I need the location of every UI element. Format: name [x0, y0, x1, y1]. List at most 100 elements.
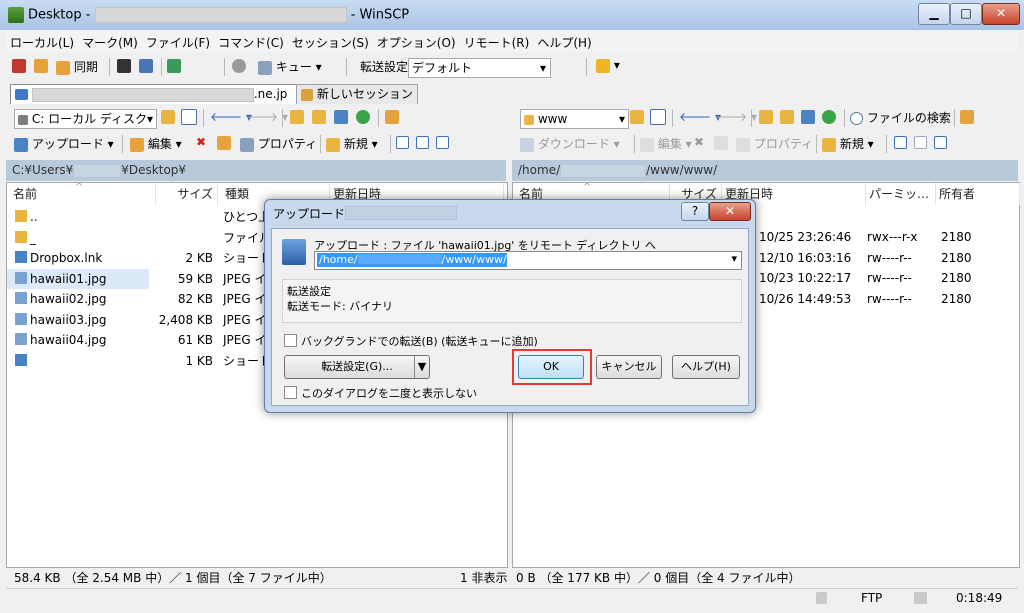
properties-icon: [736, 137, 750, 152]
close-button[interactable]: ✕: [982, 3, 1020, 25]
upload-button[interactable]: アップロード ▾: [14, 135, 114, 152]
local-nav-toolbar: C: ローカル ディスク ▾ 🡐 ▾ 🡒 ▾: [6, 106, 506, 130]
compare-icon[interactable]: [34, 58, 48, 73]
menu-item[interactable]: マーク(M): [78, 31, 142, 51]
menu-item[interactable]: ローカル(L): [6, 31, 78, 51]
edit-button[interactable]: 編集 ▾: [640, 135, 692, 152]
remote-folder-select[interactable]: www ▾: [520, 109, 629, 129]
menu-item[interactable]: セッション(S): [288, 31, 373, 51]
putty-icon[interactable]: [139, 58, 153, 73]
filter-select-icon[interactable]: [436, 135, 449, 149]
select-all-icon[interactable]: [396, 135, 409, 149]
parent-dir-icon[interactable]: [290, 109, 304, 124]
filter-icon[interactable]: [181, 109, 197, 125]
queue-button[interactable]: キュー ▾: [258, 58, 322, 75]
home-icon[interactable]: [801, 109, 815, 124]
menu-item[interactable]: リモート(R): [460, 31, 534, 51]
cancel-button[interactable]: キャンセル: [596, 355, 662, 379]
refresh-icon[interactable]: [356, 109, 370, 124]
root-dir-icon[interactable]: [780, 109, 794, 124]
menu-item[interactable]: ファイル(F): [142, 31, 214, 51]
tree-toggle-icon[interactable]: [385, 109, 399, 124]
rename-icon[interactable]: [217, 135, 231, 150]
col-name[interactable]: 名前 ^: [7, 183, 156, 205]
dialog-close-button[interactable]: ✕: [709, 202, 751, 221]
open-folder-icon[interactable]: [161, 109, 175, 124]
file-icon: [15, 333, 27, 345]
file-icon: [15, 230, 27, 243]
queue-icon: [258, 60, 272, 75]
settings-title: 転送設定: [287, 285, 331, 298]
dont-show-again-checkbox[interactable]: このダイアログを二度と表示しない: [284, 385, 477, 401]
download-button[interactable]: ダウンロード ▾: [520, 135, 620, 152]
properties-button[interactable]: プロパティ: [736, 135, 813, 152]
find-files-button[interactable]: ファイルの検索: [850, 109, 951, 126]
local-remote-icon[interactable]: [12, 58, 26, 73]
refresh-icon[interactable]: [822, 109, 836, 124]
edit-icon: [640, 137, 654, 152]
remote-path-bar[interactable]: /home//www/www/: [512, 160, 1018, 181]
chevron-down-icon: ▾: [146, 110, 153, 128]
delete-icon[interactable]: ✖: [196, 135, 206, 149]
ok-button[interactable]: OK: [518, 355, 584, 379]
tab-new-session[interactable]: 新しいセッション: [296, 84, 418, 104]
window-title: Desktop - - WinSCP: [28, 7, 410, 23]
status-line: 58.4 KB （全 2.54 MB 中）／ 1 個目（全 7 ファイル中） 1…: [6, 568, 1018, 588]
chevron-down-icon[interactable]: ▾: [731, 252, 737, 265]
remote-status: 0 B （全 177 KB 中）／ 0 個目（全 4 ファイル中）: [516, 571, 801, 585]
filter-select-icon[interactable]: [934, 135, 947, 149]
console-icon[interactable]: [117, 58, 131, 73]
tree-toggle-icon[interactable]: [960, 109, 974, 124]
minimize-button[interactable]: ▁: [918, 3, 950, 25]
local-drive-select[interactable]: C: ローカル ディスク ▾: [14, 109, 157, 129]
file-icon: [15, 251, 27, 263]
file-icon: [15, 210, 27, 222]
col-owner[interactable]: 所有者: [935, 183, 1020, 205]
refresh-sync-icon[interactable]: [167, 58, 181, 73]
open-folder-icon[interactable]: [630, 109, 644, 124]
tab-current-session[interactable]: .ne.jp: [10, 84, 300, 104]
select-all-icon[interactable]: [894, 135, 907, 149]
upload-icon: [14, 137, 28, 152]
new-folder-icon: [822, 137, 836, 152]
new-button[interactable]: 新規 ▾: [822, 135, 874, 152]
preferences-gear-icon[interactable]: [232, 58, 246, 73]
properties-icon: [240, 137, 254, 152]
edit-icon: [130, 137, 144, 152]
folder-icon: [524, 114, 534, 125]
col-size[interactable]: サイズ: [155, 183, 218, 205]
sync-button[interactable]: 同期: [56, 58, 98, 75]
root-dir-icon[interactable]: [312, 109, 326, 124]
background-transfer-checkbox[interactable]: バックグランドでの転送(B) (転送キューに追加): [284, 333, 538, 349]
unselect-icon[interactable]: [416, 135, 429, 149]
maximize-button[interactable]: □: [950, 3, 982, 25]
menu-item[interactable]: コマンド(C): [214, 31, 288, 51]
edit-button[interactable]: 編集 ▾: [130, 135, 182, 152]
lock-icon: [816, 592, 827, 604]
menu-item[interactable]: オプション(O): [373, 31, 460, 51]
redacted-host: [94, 7, 347, 23]
transfer-settings-button[interactable]: 転送設定(G)... ▼: [284, 355, 430, 379]
target-path-input[interactable]: /home//www/www/*.* ▾: [314, 251, 742, 270]
transfer-settings-select[interactable]: デフォルト ▾: [408, 58, 551, 78]
help-button[interactable]: ヘルプ(H): [672, 355, 740, 379]
transfer-presets-icon[interactable]: ▾: [596, 58, 620, 73]
dialog-help-button[interactable]: ?: [681, 202, 709, 221]
app-icon: [8, 7, 24, 23]
new-button[interactable]: 新規 ▾: [326, 135, 378, 152]
menu-item[interactable]: ヘルプ(H): [533, 31, 595, 51]
hidden-count[interactable]: 1 非表示: [460, 568, 507, 588]
filter-icon[interactable]: [650, 109, 666, 125]
main-toolbar: 同期 キュー ▾ 転送設定 デフォルト ▾ ▾: [6, 55, 1018, 79]
unselect-icon[interactable]: [914, 135, 927, 149]
parent-dir-icon[interactable]: [759, 109, 773, 124]
delete-icon[interactable]: ✖: [694, 135, 704, 149]
local-path-bar[interactable]: C:¥Users¥ ¥Desktop¥: [6, 160, 506, 181]
connection-icon: [914, 592, 927, 604]
properties-button[interactable]: プロパティ: [240, 135, 317, 152]
rename-icon[interactable]: [714, 135, 728, 150]
col-permissions[interactable]: パーミッ…: [865, 183, 936, 205]
chevron-down-icon: ▾: [618, 112, 625, 126]
home-icon[interactable]: [334, 109, 348, 124]
chevron-down-icon[interactable]: ▼: [414, 356, 429, 378]
